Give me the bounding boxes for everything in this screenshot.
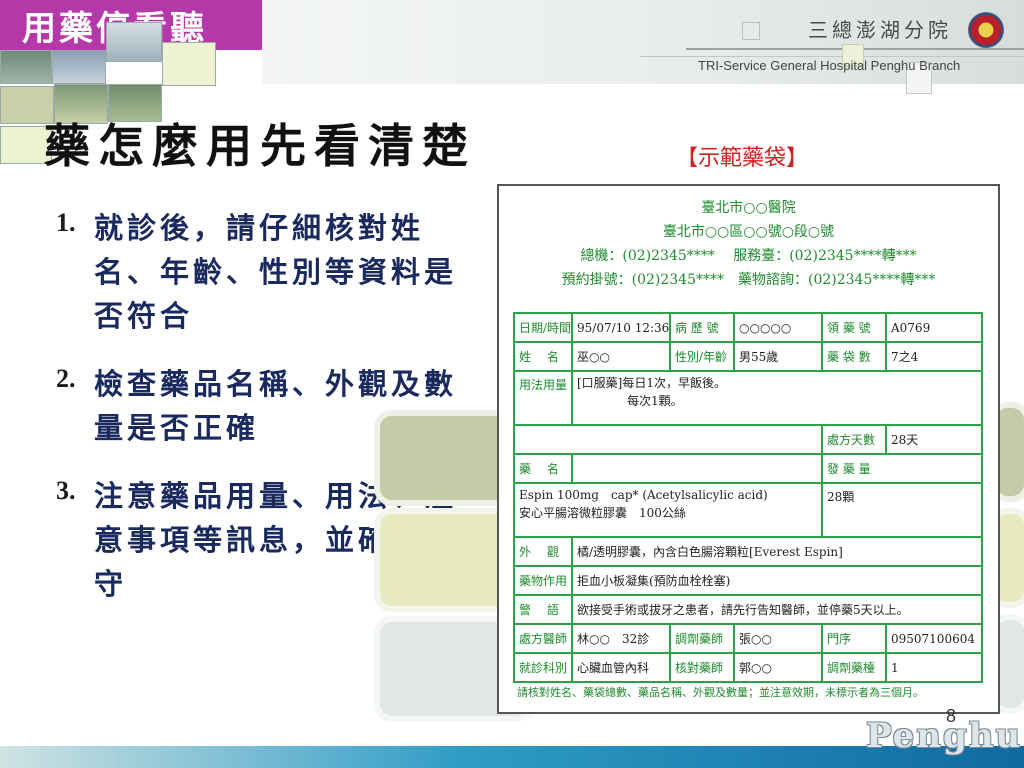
record-value: ○○○○○ <box>733 312 823 343</box>
warning-label: 警 語 <box>513 594 573 625</box>
bags-value: 7之4 <box>885 341 983 372</box>
claim-value: A0769 <box>885 312 983 343</box>
table-row: 日期/時間 95/07/10 12:36 病 歷 號 ○○○○○ 領 藥 號 A… <box>513 312 983 343</box>
photo-building <box>106 22 162 62</box>
effect-value: 拒血小板凝集(預防血栓栓塞) <box>571 565 983 596</box>
bag-note: 請核對姓名、藥袋總數、藥品名稱、外觀及數量；並注意效期，未標示者為三個月。 <box>517 686 924 699</box>
name-label: 姓 名 <box>513 341 573 372</box>
bag-address: 臺北市○○區○○號○段○號 <box>662 224 835 240</box>
table-row: 用法用量 [口服藥]每日1次，早飯後。 每次1顆。 <box>513 370 983 426</box>
bag-phone: 總機：(02)2345**** 服務臺：(02)2345****轉*** <box>580 248 917 264</box>
date-value: 95/07/10 12:36 <box>571 312 671 343</box>
hospital-name-en: TRI-Service General Hospital Penghu Bran… <box>698 58 961 73</box>
usage-line: 每次1顆。 <box>627 394 683 408</box>
date-label: 日期/時間 <box>513 312 573 343</box>
usage-line: [口服藥]每日1次，早飯後。 <box>577 376 726 390</box>
qty-label: 發 藥 量 <box>821 453 983 484</box>
usage-label: 用法用量 <box>513 370 573 426</box>
instruction-number: 1. <box>56 208 76 237</box>
days-label: 處方天數 <box>821 424 887 455</box>
table-row: 處方天數 28天 <box>513 424 983 455</box>
empty-cell <box>513 424 823 455</box>
sample-medicine-bag: 臺北市○○醫院 臺北市○○區○○號○段○號 總機：(02)2345**** 服務… <box>497 184 1000 714</box>
photo-building <box>0 50 52 84</box>
instruction-number: 2. <box>56 364 76 393</box>
instruction-text: 就診後，請仔細核對姓名、年齡、性別等資料是否符合 <box>94 211 458 333</box>
sexage-label: 性別/年齡 <box>669 341 735 372</box>
table-row: 藥物作用 拒血小板凝集(預防血栓栓塞) <box>513 565 983 596</box>
table-row: 處方醫師 林○○ 32診 調劑藥師 張○○ 門序 09507100604 <box>513 623 983 654</box>
qty-value: 28顆 <box>821 482 983 538</box>
doctor-label: 處方醫師 <box>513 623 573 654</box>
warning-value: 欲接受手術或拔牙之患者，請先行告知醫師，並停藥5天以上。 <box>571 594 983 625</box>
bags-label: 藥 袋 數 <box>821 341 887 372</box>
instruction-item: 1. 就診後，請仔細核對姓名、年齡、性別等資料是否符合 <box>56 206 496 338</box>
bag-appointment: 預約掛號：(02)2345**** 藥物諮詢：(02)2345****轉*** <box>561 272 936 288</box>
photo-building <box>52 50 106 84</box>
usage-value: [口服藥]每日1次，早飯後。 每次1顆。 <box>571 370 983 426</box>
deco-square <box>742 22 760 40</box>
pharmacist-value: 張○○ <box>733 623 823 654</box>
claim-label: 領 藥 號 <box>821 312 887 343</box>
checker-value: 郭○○ <box>733 652 823 683</box>
drug-line: Espin 100mg cap* (Acetylsalicylic acid) <box>519 488 768 502</box>
penghu-logo: Penghu <box>866 716 1023 756</box>
sample-bag-caption: 【示範藥袋】 <box>676 146 809 171</box>
table-row: 外 觀 橘/透明膠囊，內含白色腸溶顆粒[Everest Espin] <box>513 536 983 567</box>
days-value: 28天 <box>885 424 983 455</box>
counter-value: 1 <box>885 652 983 683</box>
table-row: 就診科別 心臟血管內科 核對藥師 郭○○ 調劑藥檯 1 <box>513 652 983 683</box>
table-row: 藥 名 發 藥 量 <box>513 453 983 484</box>
pharmacist-label: 調劑藥師 <box>669 623 735 654</box>
drug-value: Espin 100mg cap* (Acetylsalicylic acid) … <box>513 482 823 538</box>
counter-label: 調劑藥檯 <box>821 652 887 683</box>
table-row: Espin 100mg cap* (Acetylsalicylic acid) … <box>513 482 983 538</box>
bag-info-table: 日期/時間 95/07/10 12:36 病 歷 號 ○○○○○ 領 藥 號 A… <box>513 312 983 683</box>
photo-building <box>162 42 216 86</box>
hospital-name-cn: 三總澎湖分院 <box>808 18 952 42</box>
header-divider-thin <box>640 56 1024 57</box>
sexage-value: 男55歲 <box>733 341 823 372</box>
dept-label: 就診科別 <box>513 652 573 683</box>
effect-label: 藥物作用 <box>513 565 573 596</box>
table-row: 警 語 欲接受手術或拔牙之患者，請先行告知醫師，並停藥5天以上。 <box>513 594 983 625</box>
page-heading: 藥怎麼用先看清楚 <box>44 119 476 173</box>
checker-label: 核對藥師 <box>669 652 735 683</box>
hospital-logo-icon <box>968 12 1004 48</box>
instruction-number: 3. <box>56 476 76 505</box>
drug-label: 藥 名 <box>513 453 573 484</box>
drug-line: 安心平腸溶微粒膠囊 100公絲 <box>519 506 686 520</box>
appearance-label: 外 觀 <box>513 536 573 567</box>
seq-label: 門序 <box>821 623 887 654</box>
bag-hospital: 臺北市○○醫院 <box>701 200 796 216</box>
empty-cell <box>571 453 823 484</box>
doctor-value: 林○○ 32診 <box>571 623 671 654</box>
dept-value: 心臟血管內科 <box>571 652 671 683</box>
bag-header: 臺北市○○醫院 臺北市○○區○○號○段○號 總機：(02)2345**** 服務… <box>499 196 998 292</box>
record-label: 病 歷 號 <box>669 312 735 343</box>
name-value: 巫○○ <box>571 341 671 372</box>
appearance-value: 橘/透明膠囊，內含白色腸溶顆粒[Everest Espin] <box>571 536 983 567</box>
seq-value: 09507100604 <box>885 623 983 654</box>
table-row: 姓 名 巫○○ 性別/年齡 男55歲 藥 袋 數 7之4 <box>513 341 983 372</box>
